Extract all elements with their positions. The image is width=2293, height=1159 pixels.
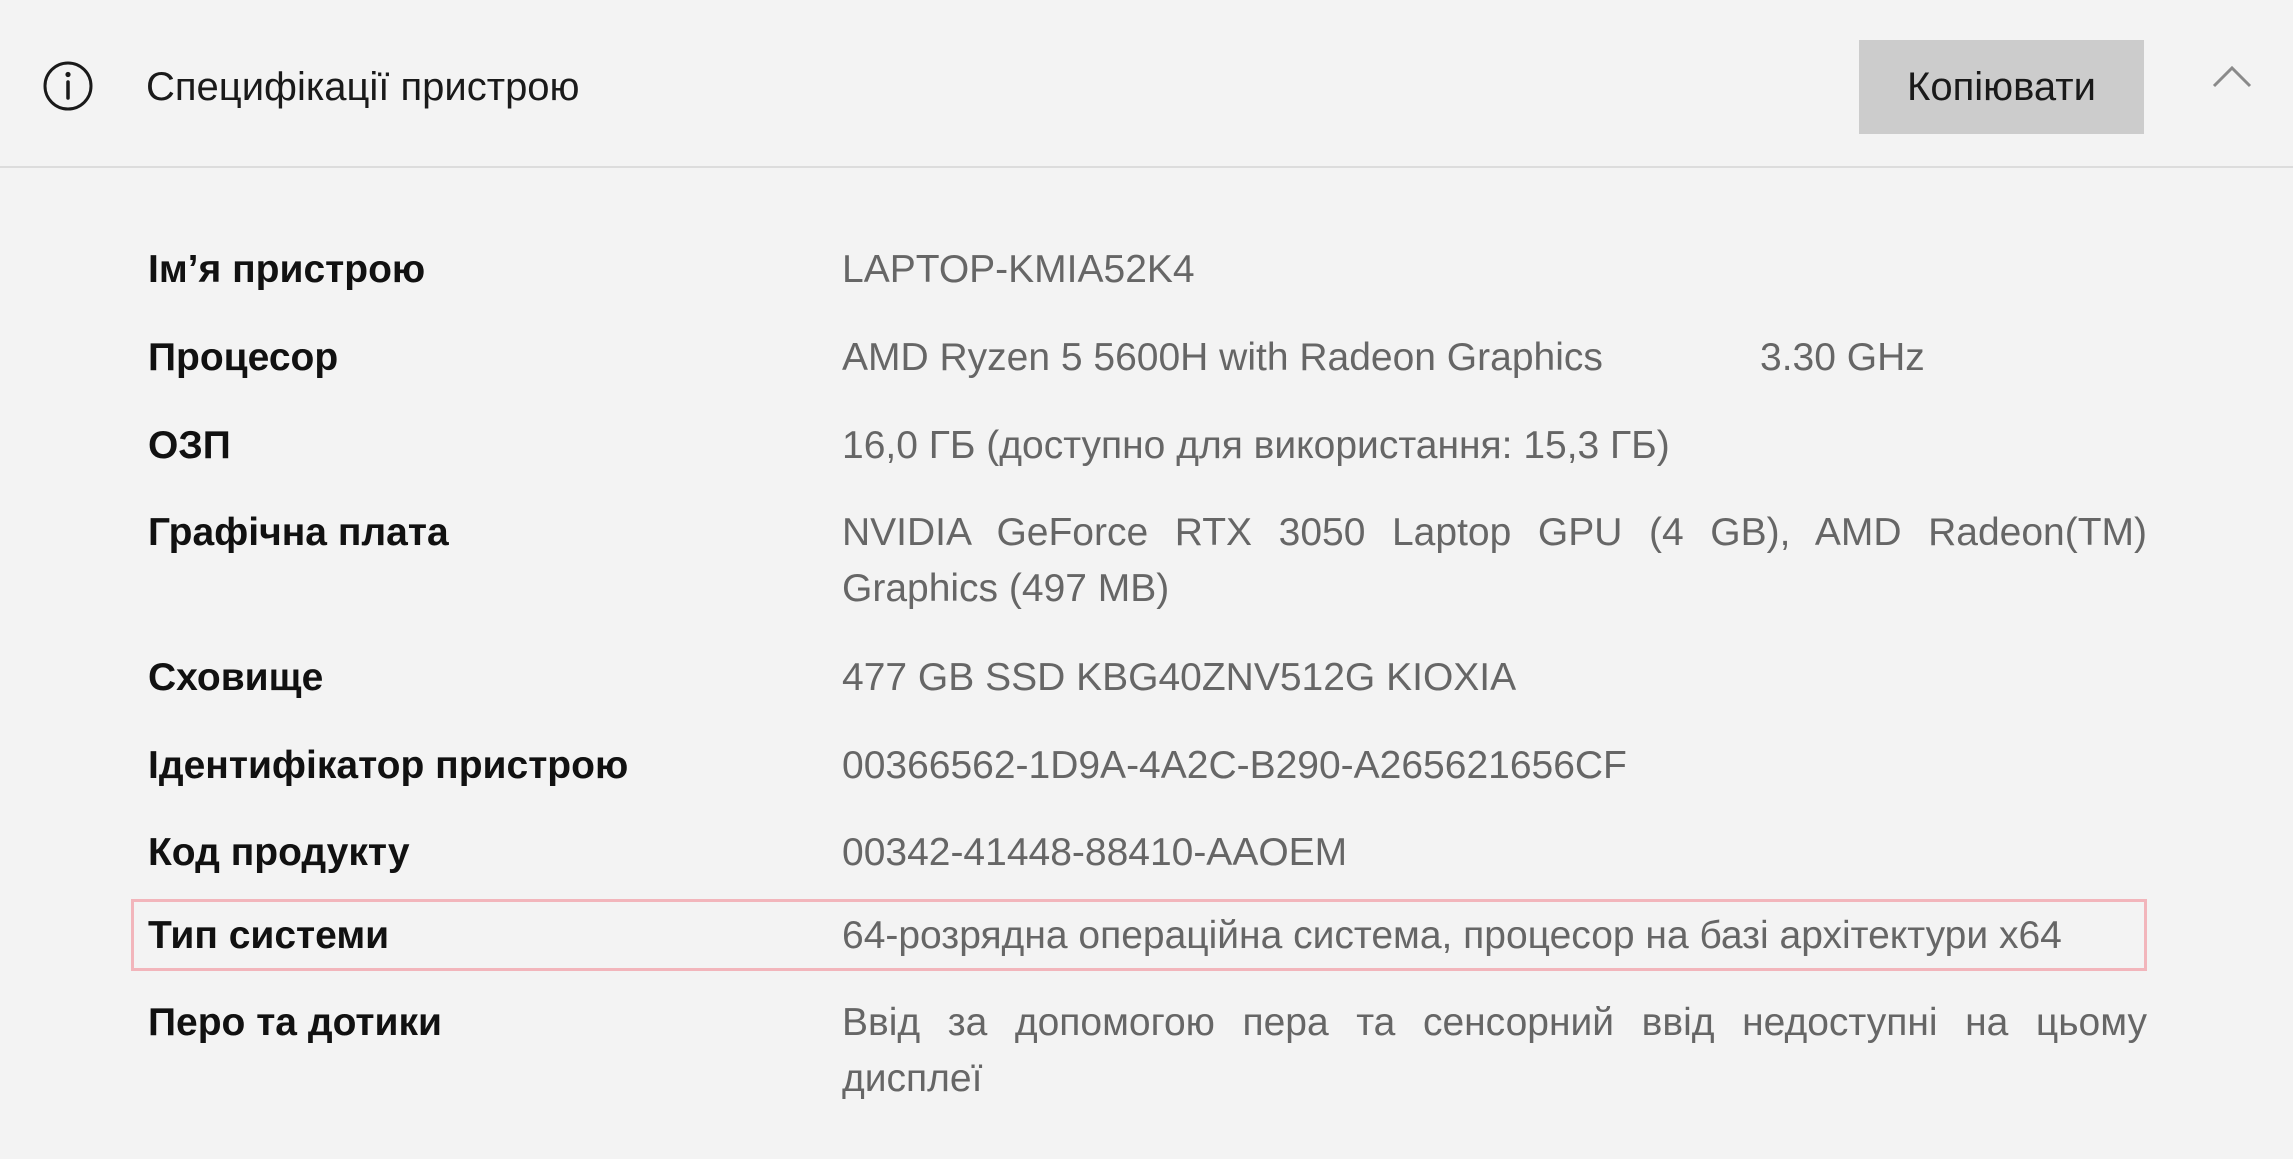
spec-value: 64-розрядна операційна система, процесор… bbox=[842, 914, 2062, 957]
spec-value: LAPTOP-KMIA52K4 bbox=[842, 248, 1195, 291]
spec-value-frequency: 3.30 GHz bbox=[1760, 336, 1925, 379]
spec-value: NVIDIA GeForce RTX 3050 Laptop GPU (4 GB… bbox=[842, 511, 2147, 610]
spec-label: Процесор bbox=[148, 336, 339, 379]
spec-value: AMD Ryzen 5 5600H with Radeon Graphics bbox=[842, 336, 1603, 379]
device-specifications-panel: Специфікації пристрою Копіювати Ім’я при… bbox=[0, 0, 2293, 1159]
spec-value: 00342-41448-88410-AAOEM bbox=[842, 831, 1348, 874]
spec-value: 00366562-1D9A-4A2C-B290-A265621656CF bbox=[842, 744, 1627, 787]
spec-label: Графічна плата bbox=[148, 511, 449, 554]
spec-label: Сховище bbox=[148, 656, 324, 699]
spec-label: Перо та дотики bbox=[148, 1001, 443, 1044]
spec-label: Код продукту bbox=[148, 831, 410, 874]
spec-label: Ім’я пристрою bbox=[148, 248, 426, 291]
specs-list: Ім’я пристрою LAPTOP-KMIA52K4 Процесор A… bbox=[0, 0, 2293, 1159]
spec-value: 477 GB SSD KBG40ZNV512G KIOXIA bbox=[842, 656, 1517, 699]
spec-value: 16,0 ГБ (доступно для використання: 15,3… bbox=[842, 424, 1670, 467]
spec-value-group: AMD Ryzen 5 5600H with Radeon Graphics 3… bbox=[842, 330, 2147, 386]
spec-label: Ідентифікатор пристрою bbox=[148, 744, 629, 787]
spec-label: ОЗП bbox=[148, 424, 231, 467]
spec-value: Ввід за допомогою пера та сенсорний ввід… bbox=[842, 1001, 2147, 1100]
spec-label: Тип системи bbox=[148, 914, 390, 957]
